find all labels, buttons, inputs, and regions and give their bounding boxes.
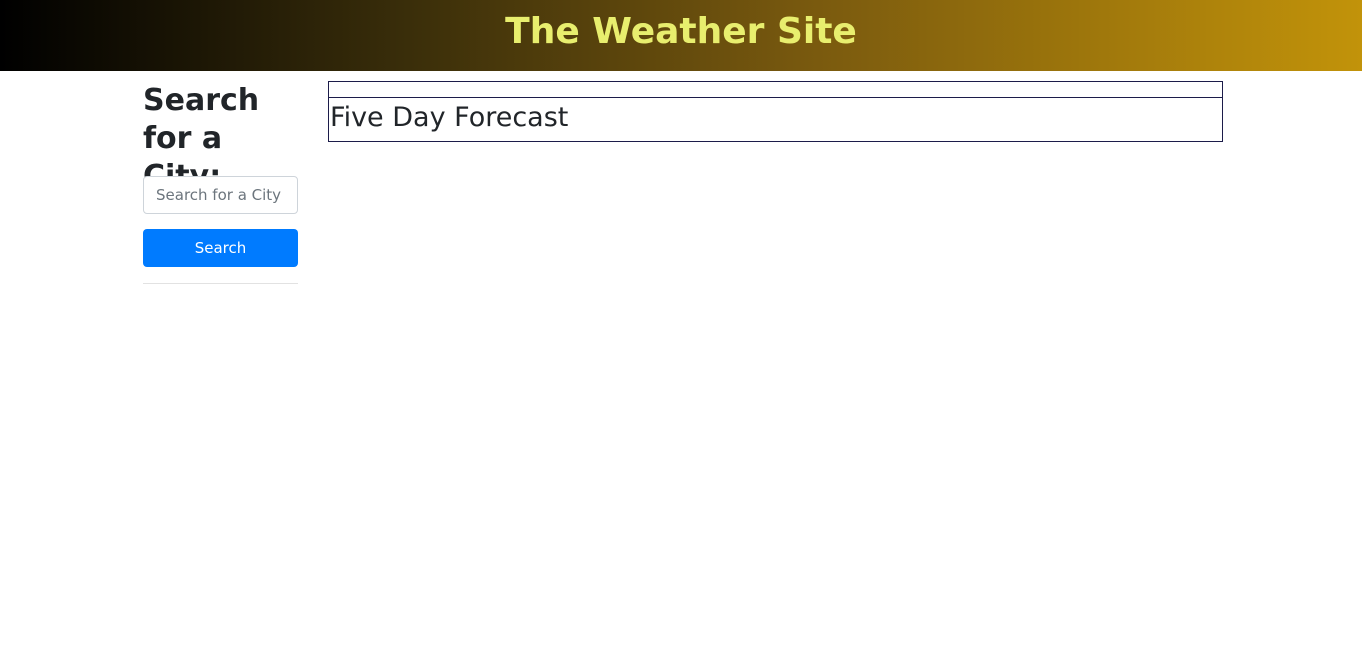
city-search-input[interactable]	[143, 176, 298, 214]
site-title: The Weather Site	[505, 11, 857, 52]
sidebar-divider	[143, 283, 298, 284]
search-sidebar: Search for a City: Search	[143, 82, 298, 284]
forecast-section: Five Day Forecast	[328, 97, 1223, 142]
forecast-heading: Five Day Forecast	[330, 102, 569, 133]
site-header: The Weather Site	[0, 0, 1362, 71]
search-button[interactable]: Search	[143, 229, 298, 267]
current-weather-box	[328, 81, 1223, 98]
